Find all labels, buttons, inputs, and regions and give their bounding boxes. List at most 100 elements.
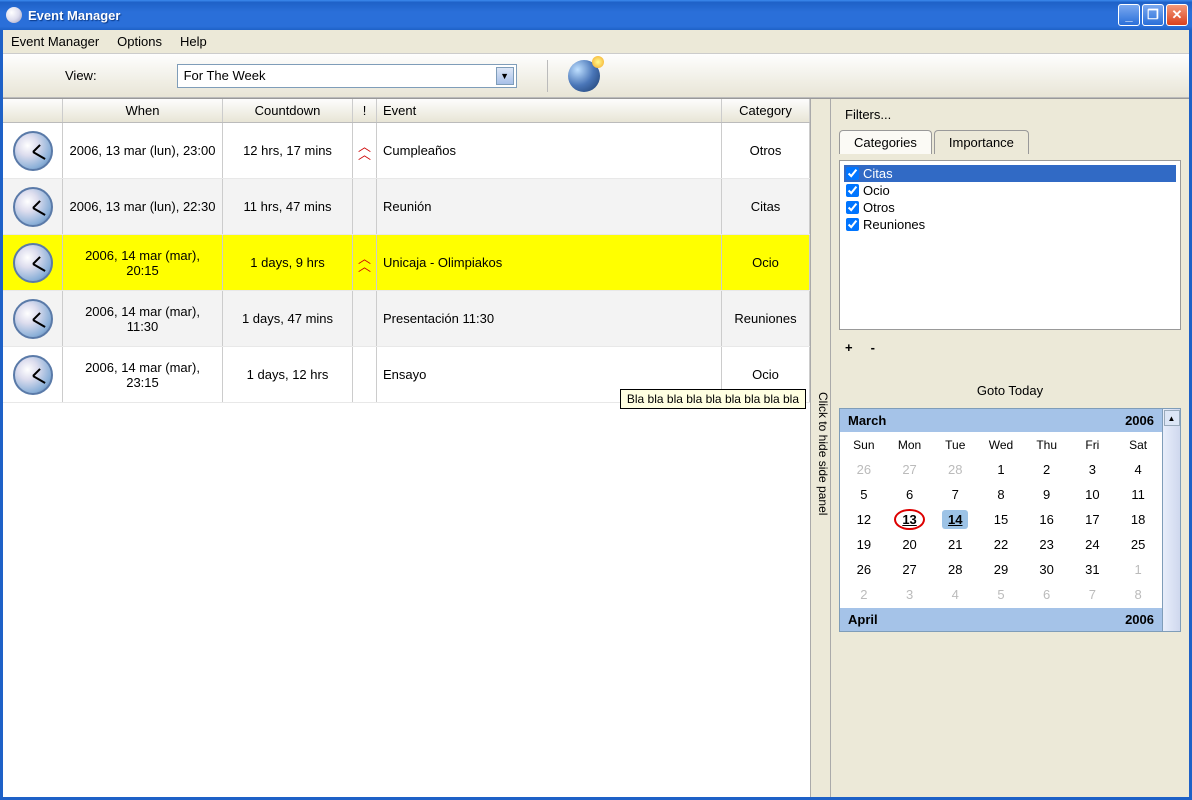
toolbar: View: For The Week ▼ — [3, 54, 1189, 98]
calendar-day[interactable]: 12 — [842, 508, 886, 531]
calendar-day[interactable]: 30 — [1025, 558, 1069, 581]
calendar-day[interactable]: 16 — [1025, 508, 1069, 531]
events-grid: When Countdown ! Event Category 2006, 13… — [3, 99, 811, 797]
calendar-day[interactable]: 1 — [1116, 558, 1160, 581]
calendar-day[interactable]: 5 — [842, 483, 886, 506]
calendar-day[interactable]: 18 — [1116, 508, 1160, 531]
calendar-day[interactable]: 7 — [1071, 583, 1115, 606]
calendar-day[interactable]: 8 — [979, 483, 1023, 506]
row-icon-cell — [3, 123, 63, 178]
clock-icon — [13, 187, 53, 227]
calendar-scrollbar[interactable]: ▲ — [1163, 408, 1181, 632]
calendar-day[interactable]: 27 — [888, 558, 932, 581]
side-panel-toggle[interactable]: Click to hide side panel — [811, 99, 831, 797]
calendar-month-2: April — [848, 612, 878, 627]
filter-checkbox[interactable] — [846, 184, 859, 197]
calendar-dow: Mon — [888, 434, 932, 456]
goto-today-link[interactable]: Goto Today — [839, 383, 1181, 398]
calendar-dow: Tue — [933, 434, 977, 456]
scroll-up-icon[interactable]: ▲ — [1164, 410, 1180, 426]
calendar-day[interactable]: 14 — [933, 508, 977, 531]
side-panel: Filters... Categories Importance CitasOc… — [831, 99, 1189, 797]
menu-help[interactable]: Help — [180, 34, 207, 49]
col-event[interactable]: Event — [377, 99, 722, 122]
calendar-day[interactable]: 29 — [979, 558, 1023, 581]
calendar-day[interactable]: 24 — [1071, 533, 1115, 556]
calendar-day[interactable]: 15 — [979, 508, 1023, 531]
calendar-day[interactable]: 22 — [979, 533, 1023, 556]
row-importance — [353, 179, 377, 234]
filter-item[interactable]: Reuniones — [844, 216, 1176, 233]
close-button[interactable]: ✕ — [1166, 4, 1188, 26]
calendar-day[interactable]: 7 — [933, 483, 977, 506]
calendar-day[interactable]: 25 — [1116, 533, 1160, 556]
calendar-day[interactable]: 21 — [933, 533, 977, 556]
table-row[interactable]: 2006, 13 mar (lun), 23:00 12 hrs, 17 min… — [3, 123, 810, 179]
calendar-header-march[interactable]: March 2006 — [840, 409, 1162, 432]
calendar-day[interactable]: 3 — [888, 583, 932, 606]
filter-checkbox[interactable] — [846, 201, 859, 214]
calendar: March 2006 SunMonTueWedThuFriSat26272812… — [839, 408, 1163, 632]
filter-item[interactable]: Ocio — [844, 182, 1176, 199]
calendar-day[interactable]: 28 — [933, 558, 977, 581]
chevron-up-icon: ︿︿ — [358, 143, 371, 159]
titlebar[interactable]: Event Manager _ ❐ ✕ — [0, 0, 1192, 30]
calendar-header-april[interactable]: April 2006 — [840, 608, 1162, 631]
maximize-button[interactable]: ❐ — [1142, 4, 1164, 26]
calendar-day[interactable]: 19 — [842, 533, 886, 556]
filter-checkbox[interactable] — [846, 167, 859, 180]
calendar-day[interactable]: 1 — [979, 458, 1023, 481]
calendar-day[interactable]: 27 — [888, 458, 932, 481]
calendar-day[interactable]: 10 — [1071, 483, 1115, 506]
col-importance[interactable]: ! — [353, 99, 377, 122]
col-when[interactable]: When — [63, 99, 223, 122]
calendar-day[interactable]: 13 — [888, 508, 932, 531]
add-filter-button[interactable]: + — [845, 340, 853, 355]
calendar-day[interactable]: 4 — [933, 583, 977, 606]
filter-item[interactable]: Citas — [844, 165, 1176, 182]
calendar-day[interactable]: 5 — [979, 583, 1023, 606]
table-row[interactable]: 2006, 14 mar (mar), 11:30 1 days, 47 min… — [3, 291, 810, 347]
view-select[interactable]: For The Week ▼ — [177, 64, 517, 88]
calendar-day[interactable]: 23 — [1025, 533, 1069, 556]
menu-options[interactable]: Options — [117, 34, 162, 49]
filter-checkbox[interactable] — [846, 218, 859, 231]
row-importance: ︿︿ — [353, 235, 377, 290]
table-row[interactable]: 2006, 13 mar (lun), 22:30 11 hrs, 47 min… — [3, 179, 810, 235]
tab-importance[interactable]: Importance — [934, 130, 1029, 154]
menu-event-manager[interactable]: Event Manager — [11, 34, 99, 49]
calendar-dow: Wed — [979, 434, 1023, 456]
remove-filter-button[interactable]: - — [871, 340, 875, 355]
table-row[interactable]: 2006, 14 mar (mar), 20:15 1 days, 9 hrs … — [3, 235, 810, 291]
tab-categories[interactable]: Categories — [839, 130, 932, 154]
minimize-button[interactable]: _ — [1118, 4, 1140, 26]
calendar-day[interactable]: 8 — [1116, 583, 1160, 606]
col-icon[interactable] — [3, 99, 63, 122]
row-event: Reunión — [377, 179, 722, 234]
calendar-day[interactable]: 28 — [933, 458, 977, 481]
filter-item[interactable]: Otros — [844, 199, 1176, 216]
calendar-day[interactable]: 3 — [1071, 458, 1115, 481]
row-importance — [353, 347, 377, 402]
calendar-day[interactable]: 17 — [1071, 508, 1115, 531]
calendar-day[interactable]: 31 — [1071, 558, 1115, 581]
calendar-day[interactable]: 26 — [842, 458, 886, 481]
new-event-icon[interactable] — [568, 60, 600, 92]
calendar-day[interactable]: 2 — [1025, 458, 1069, 481]
calendar-day[interactable]: 26 — [842, 558, 886, 581]
col-countdown[interactable]: Countdown — [223, 99, 353, 122]
row-category: Otros — [722, 123, 810, 178]
calendar-day[interactable]: 9 — [1025, 483, 1069, 506]
calendar-dow: Sun — [842, 434, 886, 456]
calendar-day[interactable]: 11 — [1116, 483, 1160, 506]
row-event: Unicaja - Olimpiakos — [377, 235, 722, 290]
calendar-day[interactable]: 20 — [888, 533, 932, 556]
calendar-day[interactable]: 6 — [888, 483, 932, 506]
calendar-day[interactable]: 4 — [1116, 458, 1160, 481]
app-icon — [6, 7, 22, 23]
calendar-day[interactable]: 6 — [1025, 583, 1069, 606]
calendar-month: March — [848, 413, 886, 428]
main: When Countdown ! Event Category 2006, 13… — [3, 98, 1189, 797]
col-category[interactable]: Category — [722, 99, 810, 122]
calendar-day[interactable]: 2 — [842, 583, 886, 606]
